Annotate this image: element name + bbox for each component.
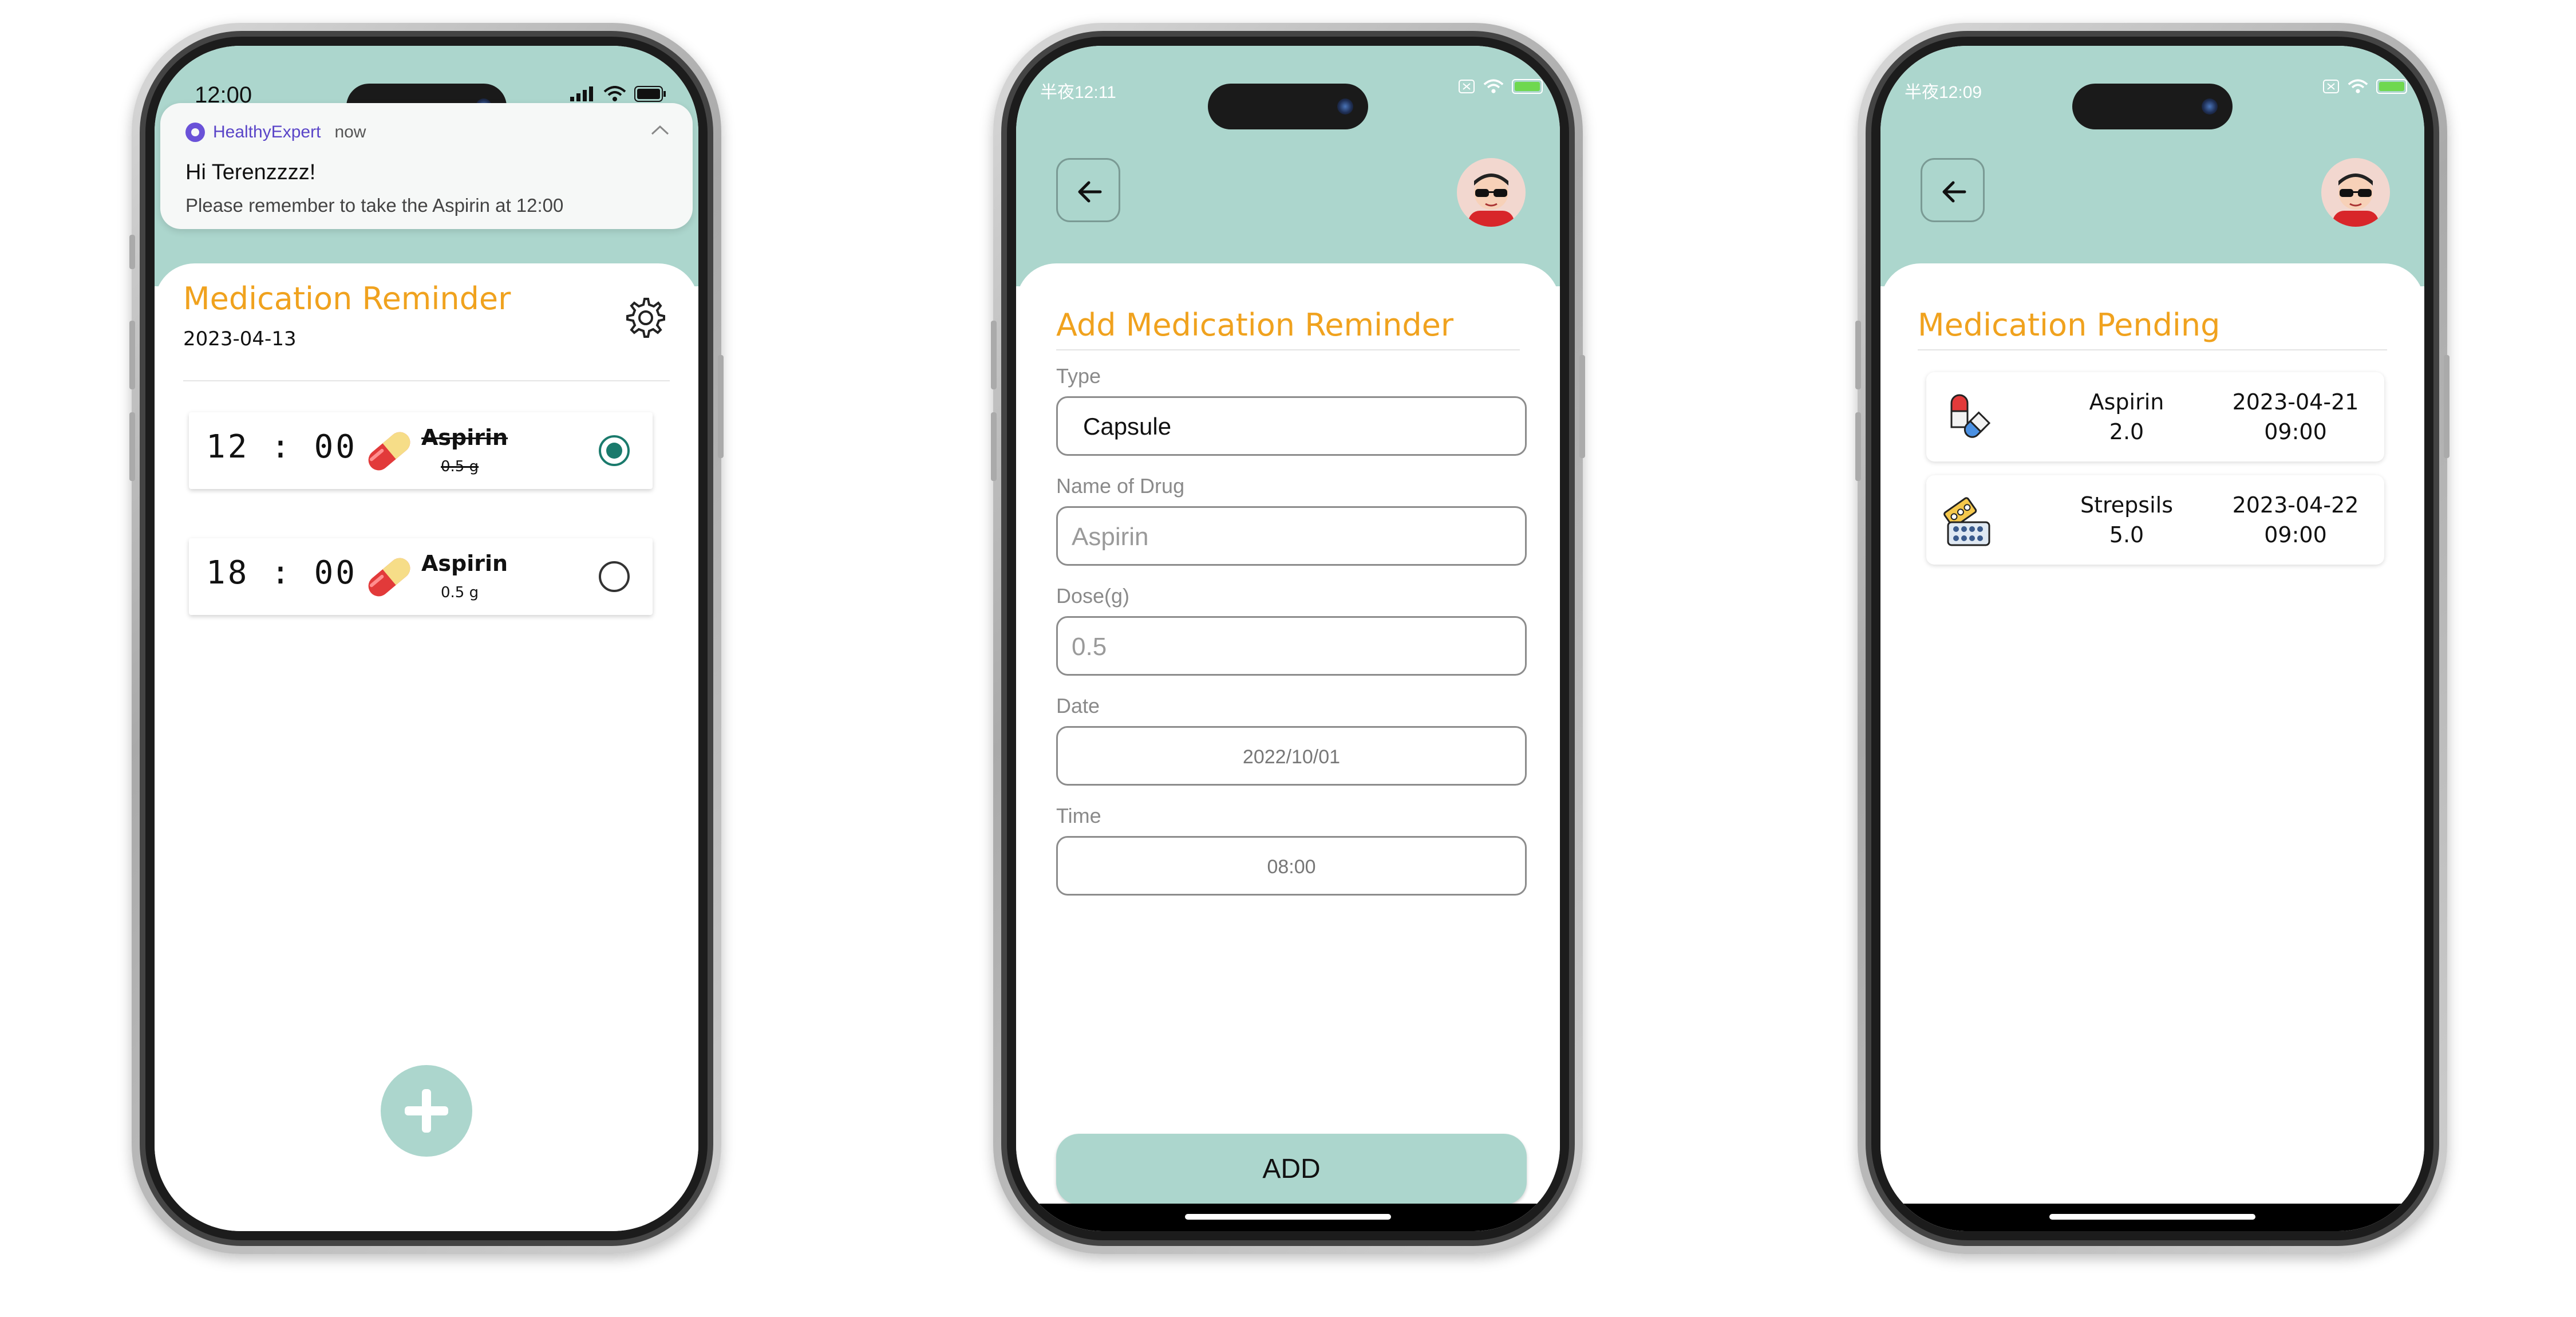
battery-icon	[2376, 79, 2407, 94]
side-button	[718, 355, 724, 458]
screen: 半夜12:09 Medication Pending Aspirin 2.0 2…	[1880, 46, 2424, 1231]
pending-dose: 2.0	[2109, 419, 2144, 444]
side-button	[1579, 355, 1585, 458]
date-value: 2022/10/01	[1242, 746, 1341, 768]
type-field[interactable]: Capsule	[1056, 396, 1527, 456]
page-title: Add Medication Reminder	[1056, 307, 1454, 343]
pending-item[interactable]: Aspirin 2.0 2023-04-21 09:00	[1926, 372, 2384, 462]
wifi-icon	[2348, 79, 2368, 93]
pending-item[interactable]: Strepsils 5.0 2023-04-22 09:00	[1926, 475, 2384, 565]
side-button	[991, 321, 997, 389]
type-value: Capsule	[1083, 413, 1172, 440]
avatar[interactable]	[1457, 158, 1526, 227]
dose-input[interactable]: 0.5	[1056, 616, 1527, 676]
pending-date: 2023-04-22	[2232, 492, 2359, 518]
blister-pack-icon	[1943, 497, 1990, 546]
gear-icon[interactable]	[623, 295, 666, 339]
reminder-name: Aspirin	[421, 551, 508, 576]
reminder-time: 12 : 00	[206, 428, 358, 466]
avatar-icon	[2333, 174, 2379, 227]
reminder-card[interactable]: 18 : 00 Aspirin 0.5 g	[189, 538, 653, 615]
dose-placeholder: 0.5	[1072, 633, 1107, 661]
status-icons	[1458, 79, 1543, 94]
divider	[1056, 349, 1520, 350]
phone-2: 半夜12:11 Add Medication Reminder Type Cap…	[991, 23, 1585, 1254]
screen: 半夜12:11 Add Medication Reminder Type Cap…	[1016, 46, 1560, 1231]
date-picker[interactable]: 2022/10/01	[1056, 726, 1527, 786]
reminder-time: 18 : 00	[206, 554, 358, 592]
signal-icon	[570, 86, 593, 101]
capsule-icon	[368, 432, 410, 471]
sim-icon	[2323, 80, 2339, 93]
page-title: Medication Pending	[1918, 307, 2221, 343]
phone-1: 12:00 HealthyExpert now Hi Terenzzzz! Pl…	[129, 23, 724, 1254]
type-label: Type	[1056, 364, 1101, 388]
wifi-icon	[603, 86, 626, 101]
back-button[interactable]	[1921, 158, 1985, 222]
capsule-pills-icon	[1950, 394, 1991, 438]
date-label: Date	[1056, 694, 1100, 717]
status-icons	[570, 86, 666, 102]
taken-radio[interactable]	[599, 435, 630, 466]
pending-name: Aspirin	[2089, 389, 2164, 415]
status-time: 半夜12:09	[1905, 83, 1982, 102]
avatar-icon	[1468, 174, 1514, 227]
back-button[interactable]	[1056, 158, 1120, 222]
status-icons	[2322, 79, 2407, 94]
time-label: Time	[1056, 804, 1101, 827]
side-button	[129, 412, 135, 481]
notification-time: now	[334, 123, 366, 141]
status-time: 半夜12:11	[1040, 83, 1116, 102]
side-button	[129, 321, 135, 389]
reminder-card[interactable]: 12 : 00 Aspirin 0.5 g	[189, 412, 653, 489]
phone-3: 半夜12:09 Medication Pending Aspirin 2.0 2…	[1855, 23, 2449, 1254]
time-value: 08:00	[1267, 856, 1316, 878]
app-icon	[185, 123, 205, 142]
arrow-left-icon	[1078, 181, 1102, 203]
side-button	[1855, 412, 1861, 481]
add-reminder-button[interactable]	[381, 1065, 472, 1157]
divider	[1918, 349, 2387, 350]
time-picker[interactable]: 08:00	[1056, 836, 1527, 896]
date-label: 2023-04-13	[183, 328, 297, 350]
reminder-dose: 0.5 g	[441, 584, 479, 601]
wifi-icon	[1483, 79, 1504, 93]
drug-name-label: Name of Drug	[1056, 474, 1185, 498]
sim-icon	[1459, 80, 1475, 93]
dynamic-island	[1208, 84, 1368, 129]
notification-banner[interactable]: HealthyExpert now Hi Terenzzzz! Please r…	[160, 103, 693, 229]
pending-dose: 5.0	[2109, 522, 2144, 547]
pending-date: 2023-04-21	[2232, 389, 2359, 415]
pending-time: 09:00	[2264, 522, 2327, 547]
drug-name-placeholder: Aspirin	[1072, 523, 1149, 551]
dose-label: Dose(g)	[1056, 584, 1130, 608]
side-button	[1855, 321, 1861, 389]
notification-title: Hi Terenzzzz!	[185, 160, 316, 184]
dynamic-island	[2072, 84, 2233, 129]
divider	[183, 380, 670, 381]
pending-time: 09:00	[2264, 419, 2327, 444]
screen: 12:00 HealthyExpert now Hi Terenzzzz! Pl…	[155, 46, 698, 1231]
arrow-left-icon	[1942, 181, 1966, 203]
drug-name-input[interactable]: Aspirin	[1056, 506, 1527, 566]
home-indicator	[1185, 1214, 1391, 1220]
chevron-up-icon[interactable]	[650, 119, 670, 140]
side-button	[2444, 355, 2449, 458]
pending-name: Strepsils	[2080, 492, 2174, 518]
notification-body: Please remember to take the Aspirin at 1…	[185, 195, 564, 216]
side-button	[129, 235, 135, 269]
notification-app: HealthyExpert now	[185, 123, 366, 142]
taken-radio[interactable]	[599, 561, 630, 592]
battery-icon	[634, 86, 666, 102]
reminder-name: Aspirin	[421, 425, 508, 450]
page-title: Medication Reminder	[183, 281, 511, 317]
home-indicator	[2049, 1214, 2255, 1220]
notification-app-name: HealthyExpert	[213, 123, 321, 141]
side-button	[991, 412, 997, 481]
capsule-icon	[368, 558, 410, 597]
reminder-dose: 0.5 g	[441, 458, 479, 475]
add-button[interactable]: ADD	[1056, 1134, 1527, 1205]
avatar[interactable]	[2321, 158, 2390, 227]
battery-icon	[1512, 79, 1543, 94]
